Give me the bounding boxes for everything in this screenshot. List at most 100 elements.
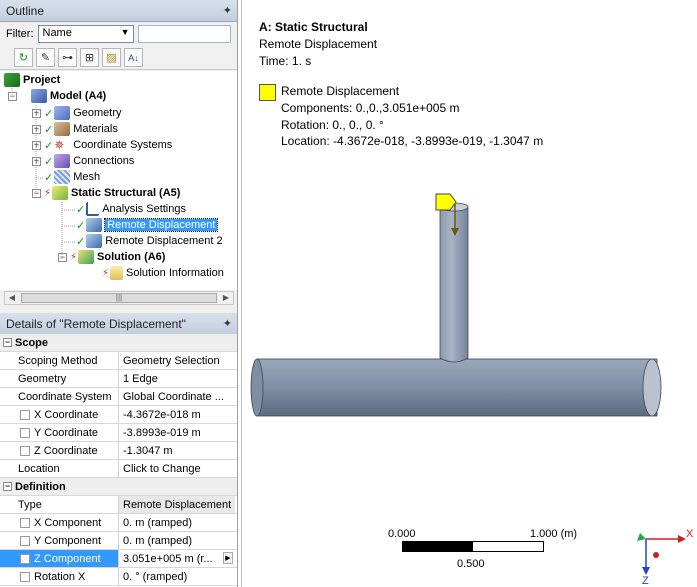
expand-all-icon[interactable]: ⊞ (80, 48, 99, 67)
detail-value[interactable]: 1 Edge (119, 370, 235, 387)
detail-row-selected[interactable]: Z Component 3.051e+005 m (r... ▶ (0, 550, 237, 568)
detail-value[interactable]: Geometry Selection (119, 352, 235, 369)
detail-value[interactable]: 3.051e+005 m (r... (123, 553, 213, 565)
pin-icon[interactable]: ✦ (223, 317, 232, 330)
tree-label: Solution (A6) (97, 251, 166, 263)
collapse-icon[interactable]: − (3, 482, 12, 491)
parameter-checkbox[interactable] (20, 446, 30, 456)
settings-curve-icon (86, 202, 100, 216)
detail-value[interactable]: Global Coordinate ... (119, 388, 235, 405)
collapse-icon[interactable]: − (3, 338, 12, 347)
tree-node-analysis-settings[interactable]: ✓ Analysis Settings (76, 201, 186, 217)
detail-row[interactable]: Z Coordinate -1.3047 m (0, 442, 237, 460)
suppress-icon[interactable]: ✎ (36, 48, 55, 67)
detail-row[interactable]: Location Click to Change (0, 460, 237, 478)
solution-icon (78, 250, 95, 264)
tree-node-solution[interactable]: − ⚡ Solution (A6) (58, 249, 165, 265)
tree-horizontal-scrollbar[interactable]: ◀ ||| ▶ (4, 291, 234, 305)
expand-icon[interactable]: + (32, 140, 41, 150)
chevron-right-icon[interactable]: ▶ (223, 552, 233, 564)
scale-bar-black (403, 542, 473, 551)
triad-z-label: Z (642, 575, 649, 585)
axis-triad[interactable]: X Z (626, 525, 696, 585)
detail-row[interactable]: Type Remote Displacement (0, 496, 237, 514)
detail-row[interactable]: Geometry 1 Edge (0, 370, 237, 388)
sort-az-icon[interactable]: A↓ (124, 48, 143, 67)
parameter-checkbox[interactable] (20, 536, 30, 546)
detail-value[interactable]: -1.3047 m (119, 442, 235, 459)
expand-icon[interactable]: + (32, 156, 41, 166)
parameter-checkbox[interactable] (20, 554, 30, 564)
parameter-checkbox[interactable] (20, 410, 30, 420)
expand-icon[interactable]: + (32, 124, 41, 134)
tree-node-mesh[interactable]: ✓ Mesh (44, 169, 100, 185)
axes-icon: ✵ (54, 138, 65, 152)
tree-node-model[interactable]: − Model (A4) (8, 88, 106, 104)
lightning-icon: ⚡ (44, 187, 52, 199)
tree-label: Analysis Settings (102, 203, 186, 215)
detail-label-cell: Y Coordinate (0, 424, 119, 441)
detail-row[interactable]: Scoping Method Geometry Selection (0, 352, 237, 370)
filter-dropdown[interactable]: Name ▼ (37, 25, 134, 43)
graphics-viewport[interactable]: A: Static Structural Remote Displacement… (241, 0, 697, 587)
tree-label: Solution Information (126, 267, 224, 279)
project-icon (4, 73, 20, 87)
collapse-icon[interactable]: − (32, 188, 41, 198)
scrollbar-thumb[interactable]: ||| (21, 293, 217, 303)
detail-row[interactable]: Y Component 0. m (ramped) (0, 532, 237, 550)
detail-value[interactable]: Click to Change (119, 460, 235, 477)
detail-row[interactable]: Rotation X 0. ° (ramped) (0, 568, 237, 586)
horizontal-pipe[interactable] (256, 358, 658, 417)
section-scope[interactable]: − Scope (0, 334, 237, 352)
tree-node-solution-information[interactable]: ⚡ Solution Information (102, 265, 224, 281)
detail-label-cell: Z Component (0, 550, 119, 567)
detail-value[interactable]: -4.3672e-018 m (119, 406, 235, 423)
detail-value[interactable]: Remote Displacement (119, 496, 235, 513)
detail-label: Z Component (34, 553, 101, 565)
tree-node-remote-displacement[interactable]: ✓ Remote Displacement (76, 217, 219, 233)
scroll-left-icon[interactable]: ◀ (6, 292, 18, 304)
cube-icon (86, 234, 103, 248)
parameter-checkbox[interactable] (20, 518, 30, 528)
tree-node-remote-displacement-2[interactable]: ✓ Remote Displacement 2 (76, 233, 223, 249)
filter-search-input[interactable] (137, 25, 231, 43)
detail-label: Coordinate System (0, 388, 119, 405)
scale-mid-label: 0.500 (457, 558, 485, 570)
detail-row[interactable]: X Component 0. m (ramped) (0, 514, 237, 532)
detail-value[interactable]: 0. m (ramped) (119, 532, 235, 549)
detail-value[interactable]: 0. m (ramped) (119, 514, 235, 531)
tree-label: Materials (73, 123, 118, 135)
tree-node-coordinate-systems[interactable]: + ✓ ✵ Coordinate Systems (32, 137, 172, 153)
detail-value-editor[interactable]: 3.051e+005 m (r... ▶ (119, 550, 235, 567)
scroll-right-icon[interactable]: ▶ (220, 292, 232, 304)
tree-node-materials[interactable]: + ✓ Materials (32, 121, 118, 137)
detail-row[interactable]: Coordinate System Global Coordinate ... (0, 388, 237, 406)
tree-label: Geometry (73, 107, 122, 119)
collapse-icon[interactable]: − (8, 91, 17, 101)
parameter-checkbox[interactable] (20, 572, 30, 582)
detail-label: X Component (34, 517, 102, 529)
tree-node-project[interactable]: Project (4, 72, 60, 88)
left-panel: Outline ✦ Filter: Name ▼ ↻ ✎ ⊶ ⊞ ▨ A↓ Pr… (0, 0, 238, 587)
refresh-icon[interactable]: ↻ (14, 48, 33, 67)
model-geometry[interactable] (242, 0, 697, 587)
detail-value[interactable]: 0. ° (ramped) (119, 568, 235, 585)
detail-row[interactable]: Y Coordinate -3.8993e-019 m (0, 424, 237, 442)
parameter-checkbox[interactable] (20, 428, 30, 438)
materials-icon (54, 122, 71, 136)
section-label: Scope (15, 337, 49, 349)
tree-node-connections[interactable]: + ✓ Connections (32, 153, 134, 169)
section-definition[interactable]: − Definition (0, 478, 237, 496)
tree-node-geometry[interactable]: + ✓ Geometry (32, 105, 122, 121)
filter-label: Filter: (6, 28, 34, 40)
detail-row[interactable]: X Coordinate -4.3672e-018 m (0, 406, 237, 424)
tree-node-static-structural[interactable]: − ⚡ Static Structural (A5) (32, 185, 180, 201)
collapse-icon[interactable]: − (58, 252, 67, 262)
detail-value[interactable]: -3.8993e-019 m (119, 424, 235, 441)
folder-icon[interactable]: ▨ (102, 48, 121, 67)
tree-label: Coordinate Systems (73, 139, 173, 151)
model-icon (31, 89, 47, 103)
expand-icon[interactable]: + (32, 108, 41, 118)
tree-expand-icon[interactable]: ⊶ (58, 48, 77, 67)
pin-icon[interactable]: ✦ (223, 4, 232, 17)
